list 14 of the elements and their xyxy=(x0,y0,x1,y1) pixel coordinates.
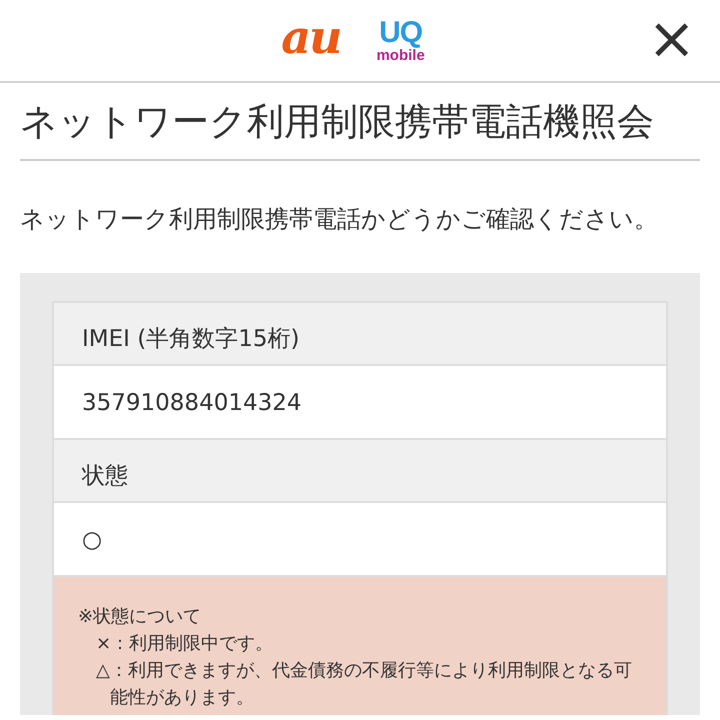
field-value: ○ xyxy=(54,503,666,577)
page-title: ネットワーク利用制限携帯電話機照会 xyxy=(20,83,700,161)
note-heading: ※状態について xyxy=(78,605,202,629)
field-value: 357910884014324 xyxy=(54,366,666,440)
status-symbol: × xyxy=(96,632,112,656)
description-text: ネットワーク利用制限携帯電話かどうかご確認ください。 xyxy=(20,204,659,235)
uq-logo: UQ mobile xyxy=(376,18,425,63)
field-label: IMEI (半角数字15桁) xyxy=(54,303,666,366)
au-logo: au xyxy=(281,14,340,60)
close-button[interactable]: × xyxy=(647,14,696,62)
note-text: ：利用できますが、代金債務の不履行等により利用制限となる可能性があります。 xyxy=(110,659,633,710)
status-symbol: △ xyxy=(96,659,110,683)
field-label: 状態 xyxy=(54,440,666,503)
note-text: ：利用制限中です。 xyxy=(111,632,274,656)
